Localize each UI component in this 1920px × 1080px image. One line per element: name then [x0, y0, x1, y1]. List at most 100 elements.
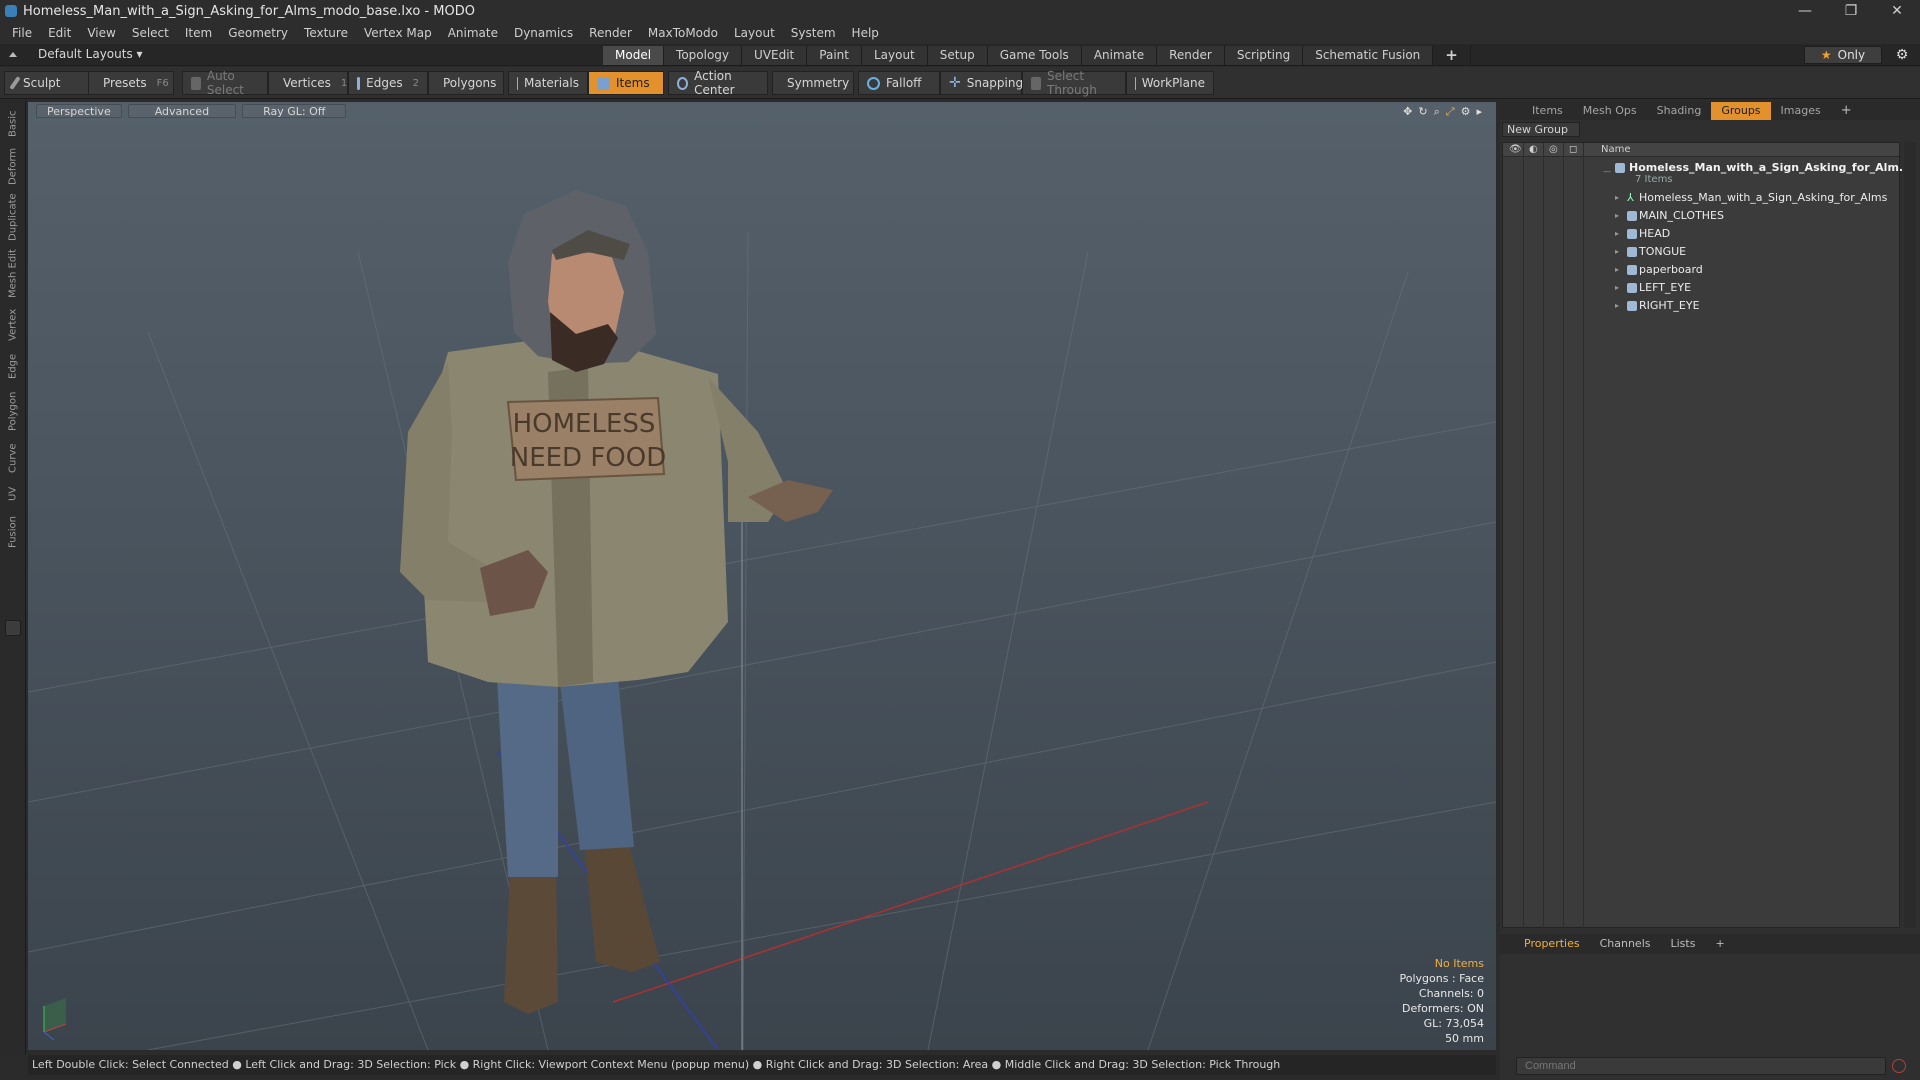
command-history-icon[interactable] — [1892, 1059, 1906, 1073]
3d-viewport[interactable]: HOMELESS NEED FOOD Perspective Advanced … — [28, 102, 1496, 1050]
gear-icon[interactable]: ⚙ — [1894, 47, 1910, 63]
tab-edge[interactable]: Edge — [4, 350, 22, 382]
only-toggle-button[interactable]: ★ Only — [1804, 46, 1882, 64]
menu-dynamics[interactable]: Dynamics — [506, 26, 581, 40]
rotate-icon[interactable]: ↻ — [1418, 105, 1427, 119]
fit-icon[interactable]: ⤢ — [1446, 105, 1455, 119]
menu-select[interactable]: Select — [124, 26, 177, 40]
tab-fusion[interactable]: Fusion — [4, 512, 22, 552]
tab-properties[interactable]: Properties — [1514, 934, 1590, 954]
tab-render[interactable]: Render — [1157, 46, 1225, 65]
tab-animate[interactable]: Animate — [1081, 46, 1158, 65]
close-button[interactable]: ✕ — [1874, 0, 1920, 22]
tab-items[interactable]: Items — [1522, 102, 1573, 120]
render-column-icon[interactable]: ◎ — [1549, 144, 1558, 155]
tab-topology[interactable]: Topology — [664, 46, 743, 65]
menu-file[interactable]: File — [4, 26, 40, 40]
shading-dropdown[interactable]: Advanced — [127, 104, 237, 118]
lock-column-icon[interactable]: ◐ — [1529, 144, 1538, 155]
tab-uvedit[interactable]: UVEdit — [742, 46, 808, 65]
groups-scrollbar[interactable] — [1904, 142, 1916, 928]
expand-icon[interactable]: ▸ — [1615, 283, 1619, 292]
visibility-column-icon[interactable]: 👁 — [1509, 144, 1522, 155]
menu-item[interactable]: Item — [177, 26, 220, 40]
minimize-button[interactable]: — — [1782, 0, 1828, 22]
tab-mesh-ops[interactable]: Mesh Ops — [1573, 102, 1647, 120]
list-item[interactable]: ▸ TONGUE — [1503, 243, 1899, 261]
expand-icon[interactable]: ▸ — [1615, 247, 1619, 256]
menu-system[interactable]: System — [783, 26, 844, 40]
list-item[interactable]: ▸ RIGHT_EYE — [1503, 297, 1899, 315]
list-item[interactable]: ▸ MAIN_CLOTHES — [1503, 207, 1899, 225]
expand-icon[interactable]: ▸ — [1615, 211, 1619, 220]
tab-basic[interactable]: Basic — [4, 106, 22, 142]
new-group-button[interactable]: New Group — [1502, 122, 1580, 137]
polygons-button[interactable]: Polygons — [428, 71, 504, 95]
menu-render[interactable]: Render — [581, 26, 640, 40]
command-input[interactable] — [1516, 1057, 1886, 1075]
menu-geometry[interactable]: Geometry — [220, 26, 296, 40]
workplane-button[interactable]: WorkPlane — [1126, 71, 1214, 95]
tab-vertex[interactable]: Vertex — [4, 306, 22, 344]
strip-toggle-button[interactable] — [5, 620, 21, 636]
select-through-button[interactable]: Select Through — [1022, 69, 1126, 97]
collapse-up-icon[interactable] — [8, 49, 18, 59]
perspective-dropdown[interactable]: Perspective — [36, 104, 122, 118]
menu-view[interactable]: View — [79, 26, 123, 40]
select-column-icon[interactable]: ◻ — [1569, 144, 1577, 155]
tab-lists[interactable]: Lists — [1661, 934, 1706, 954]
maximize-button[interactable]: ❐ — [1828, 0, 1874, 22]
snapping-button[interactable]: ✛ Snapping — [940, 71, 1023, 95]
tab-channels[interactable]: Channels — [1590, 934, 1661, 954]
materials-button[interactable]: Materials — [508, 71, 588, 95]
pan-icon[interactable]: ✥ — [1403, 105, 1412, 119]
expand-icon[interactable]: ▸ — [1615, 301, 1619, 310]
auto-select-button[interactable]: Auto Select — [182, 69, 268, 97]
tab-layout[interactable]: Layout — [861, 46, 928, 65]
menu-animate[interactable]: Animate — [440, 26, 506, 40]
layout-dropdown[interactable]: Default Layouts ▾ — [38, 47, 143, 61]
menu-vertex-map[interactable]: Vertex Map — [356, 26, 440, 40]
expand-icon[interactable]: ▸ — [1615, 193, 1619, 202]
menu-maxtomodo[interactable]: MaxToModo — [640, 26, 726, 40]
tab-uv[interactable]: UV — [4, 482, 22, 506]
tab-polygon[interactable]: Polygon — [4, 388, 22, 434]
tab-curve[interactable]: Curve — [4, 440, 22, 476]
add-tab-button[interactable]: + — [1433, 46, 1471, 65]
presets-button[interactable]: Presets F6 — [88, 71, 174, 95]
falloff-button[interactable]: Falloff — [858, 71, 940, 95]
zoom-icon[interactable]: ⌕ — [1434, 105, 1440, 119]
expand-icon[interactable]: ▸ — [1615, 229, 1619, 238]
sculpt-button[interactable]: Sculpt — [4, 71, 90, 95]
viewport-gear-icon[interactable]: ⚙ — [1461, 105, 1471, 119]
list-item[interactable]: ▸ ⅄ Homeless_Man_with_a_Sign_Asking_for_… — [1503, 189, 1899, 207]
action-center-button[interactable]: Action Center — [668, 69, 768, 97]
tab-setup[interactable]: Setup — [927, 46, 988, 65]
menu-texture[interactable]: Texture — [296, 26, 356, 40]
tab-schematic-fusion[interactable]: Schematic Fusion — [1303, 46, 1434, 65]
tab-shading[interactable]: Shading — [1647, 102, 1712, 120]
list-item[interactable]: ▸ HEAD — [1503, 225, 1899, 243]
tab-paint[interactable]: Paint — [807, 46, 862, 65]
tab-groups[interactable]: Groups — [1711, 102, 1771, 120]
tab-duplicate[interactable]: Duplicate — [4, 192, 22, 242]
group-root-row[interactable]: — Homeless_Man_with_a_Sign_Asking_for_Al… — [1503, 159, 1911, 187]
tab-game-tools[interactable]: Game Tools — [987, 46, 1082, 65]
viewport-menu-arrow-icon[interactable]: ▸ — [1476, 105, 1482, 119]
add-properties-tab-button[interactable]: + — [1705, 934, 1734, 954]
collapse-icon[interactable]: — — [1603, 167, 1611, 176]
menu-layout[interactable]: Layout — [726, 26, 783, 40]
tab-scripting[interactable]: Scripting — [1224, 46, 1304, 65]
items-button[interactable]: Items — [588, 71, 664, 95]
expand-icon[interactable]: ▸ — [1615, 265, 1619, 274]
menu-help[interactable]: Help — [844, 26, 887, 40]
vertices-button[interactable]: Vertices 1 — [268, 71, 348, 95]
list-item[interactable]: ▸ paperboard — [1503, 261, 1899, 279]
tab-mesh-edit[interactable]: Mesh Edit — [4, 248, 22, 300]
symmetry-button[interactable]: Symmetry — [772, 71, 854, 95]
tab-deform[interactable]: Deform — [4, 146, 22, 186]
raygl-toggle[interactable]: Ray GL: Off — [242, 104, 347, 118]
list-item[interactable]: ▸ LEFT_EYE — [1503, 279, 1899, 297]
add-panel-tab-button[interactable]: + — [1831, 102, 1862, 120]
edges-button[interactable]: Edges 2 — [348, 71, 428, 95]
